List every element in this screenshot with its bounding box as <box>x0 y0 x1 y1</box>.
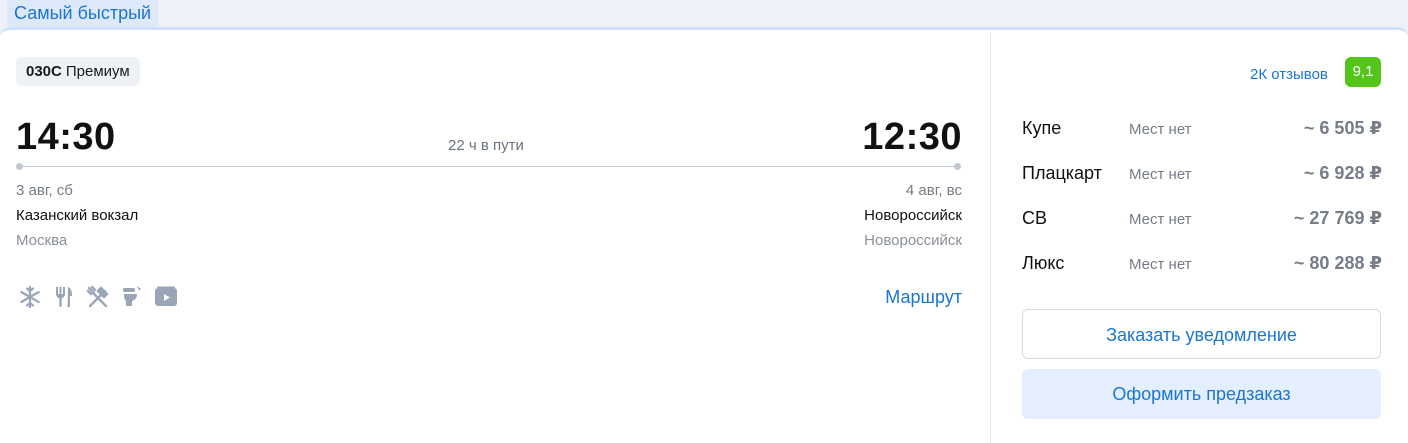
arrival-dot <box>954 163 961 170</box>
fare-seats: Мест нет <box>1129 211 1192 228</box>
card-divider <box>990 32 991 443</box>
toilet-icon <box>120 284 144 310</box>
route-link[interactable]: Маршрут <box>885 287 962 308</box>
fare-row-sv[interactable]: СВ Мест нет ~ 27 769 ₽ <box>1022 208 1382 234</box>
preorder-button[interactable]: Оформить предзаказ <box>1022 369 1381 419</box>
fare-class: Плацкарт <box>1022 163 1102 183</box>
fare-class: Люкс <box>1022 253 1065 273</box>
fare-seats: Мест нет <box>1129 256 1192 273</box>
fare-class: СВ <box>1022 208 1048 228</box>
arrival-city: Новороссийск <box>864 232 962 249</box>
departure-dot <box>16 163 23 170</box>
departure-city: Москва <box>16 232 68 249</box>
fastest-tag: Самый быстрый <box>7 0 159 27</box>
route-line <box>19 166 957 167</box>
train-badge: 030С Премиум <box>16 57 140 86</box>
fork-knife-icon <box>52 284 76 310</box>
fare-seats: Мест нет <box>1129 121 1192 138</box>
fare-price: ~ 6 505 ₽ <box>1303 118 1382 138</box>
train-card: 030С Премиум 14:30 22 ч в пути 12:30 3 ав… <box>0 27 1408 443</box>
video-icon <box>154 284 178 310</box>
fare-row-platskart[interactable]: Плацкарт Мест нет ~ 6 928 ₽ <box>1022 163 1382 189</box>
rating-badge: 9,1 <box>1345 57 1381 87</box>
fare-seats: Мест нет <box>1129 166 1192 183</box>
fare-row-kupe[interactable]: Купе Мест нет ~ 6 505 ₽ <box>1022 118 1382 144</box>
departure-station: Казанский вокзал <box>16 207 139 224</box>
fare-price: ~ 27 769 ₽ <box>1293 208 1382 228</box>
restaurant-icon <box>86 284 110 310</box>
fare-price: ~ 80 288 ₽ <box>1293 253 1382 273</box>
arrival-station: Новороссийск <box>864 207 962 224</box>
fare-price: ~ 6 928 ₽ <box>1303 163 1382 183</box>
train-number: 030С <box>26 63 62 80</box>
amenities-list <box>18 284 178 310</box>
arrival-time: 12:30 <box>862 116 962 158</box>
arrival-date: 4 авг, вс <box>905 182 962 199</box>
notify-button[interactable]: Заказать уведомление <box>1022 309 1381 359</box>
fare-row-lux[interactable]: Люкс Мест нет ~ 80 288 ₽ <box>1022 253 1382 279</box>
fare-class: Купе <box>1022 118 1062 138</box>
trip-duration: 22 ч в пути <box>448 137 524 154</box>
reviews-link[interactable]: 2К отзывов <box>1250 66 1328 83</box>
train-name: Премиум <box>65 63 130 80</box>
departure-date: 3 авг, сб <box>16 182 73 199</box>
snowflake-icon <box>18 284 42 310</box>
departure-time: 14:30 <box>16 116 116 158</box>
